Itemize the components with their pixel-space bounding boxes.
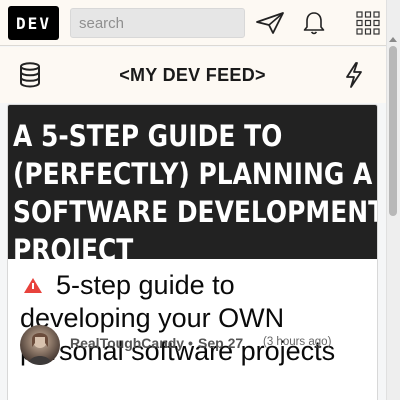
publish-date: Sep 27 (198, 335, 244, 351)
author-avatar[interactable] (20, 325, 60, 365)
cover-line: SOFTWARE DEVELOPMENT (13, 195, 377, 229)
feed-header: <MY DEV FEED> (0, 47, 386, 103)
cover-text: A 5-STEP GUIDE TO (PERFECTLY) PLANNING A… (13, 117, 377, 259)
author-name: RealToughCandy (70, 335, 185, 351)
article-card[interactable]: A 5-STEP GUIDE TO (PERFECTLY) PLANNING A… (7, 104, 378, 400)
dev-logo[interactable]: DEV (8, 6, 59, 40)
article-cover-image[interactable]: A 5-STEP GUIDE TO (PERFECTLY) PLANNING A… (8, 105, 377, 259)
bell-icon[interactable] (299, 9, 329, 37)
relative-time: (3 hours ago) (263, 336, 332, 348)
warning-triangle-icon (24, 278, 42, 293)
cover-line: PROJECT (13, 233, 134, 259)
lightning-icon[interactable] (343, 61, 365, 94)
cover-line: (PERFECTLY) PLANNING A (13, 157, 373, 191)
database-icon[interactable] (18, 62, 42, 93)
send-icon[interactable] (255, 9, 285, 37)
scrollbar-thumb[interactable] (389, 46, 397, 216)
author-name-link[interactable]: RealToughCandy • (70, 335, 193, 351)
meta-separator: • (187, 335, 193, 351)
apps-grid-icon[interactable] (353, 9, 383, 37)
search-input[interactable] (70, 8, 245, 38)
feed-title: <MY DEV FEED> (119, 65, 266, 85)
article-meta: RealToughCandy • Sep 27 (3 hours ago) (20, 325, 377, 365)
top-nav: DEV (0, 0, 400, 46)
cover-line: A 5-STEP GUIDE TO (13, 119, 283, 153)
scroll-up-arrow-icon[interactable] (389, 37, 397, 42)
